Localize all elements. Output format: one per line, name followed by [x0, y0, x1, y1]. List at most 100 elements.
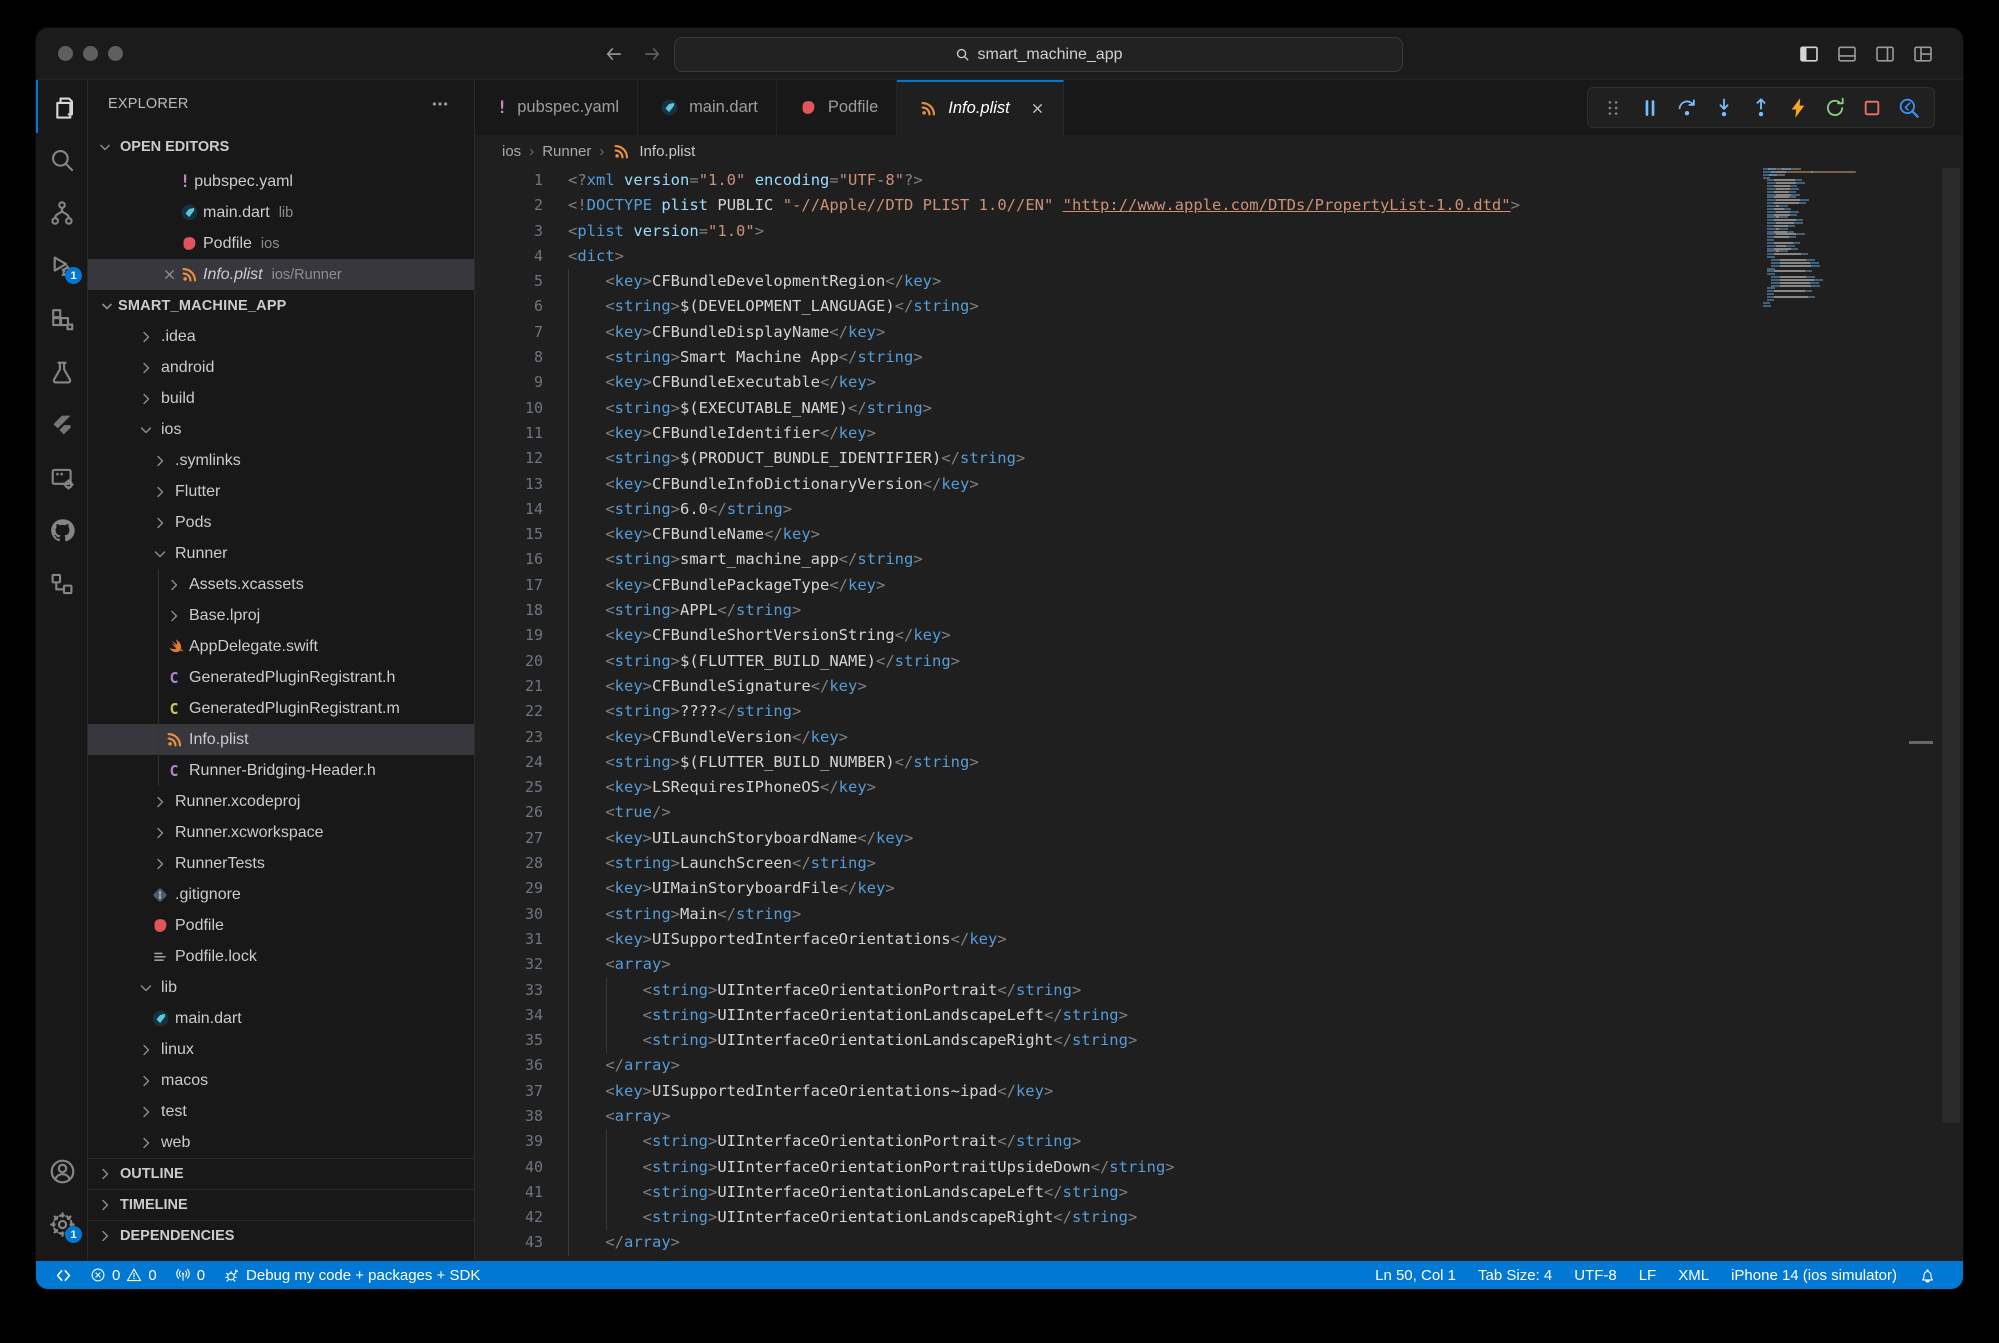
close-icon[interactable]	[162, 267, 177, 282]
ellipsis-icon[interactable]	[431, 95, 449, 113]
activity-item-extensions[interactable]	[36, 292, 88, 345]
tree-item-appdelegate-swift[interactable]: AppDelegate.swift	[88, 631, 474, 662]
back-arrow-icon[interactable]	[604, 44, 624, 64]
code-line[interactable]: 13 <key>CFBundleInfoDictionaryVersion</k…	[475, 472, 1963, 497]
code-line[interactable]: 22 <string>????</string>	[475, 699, 1963, 724]
code-line[interactable]: 20 <string>$(FLUTTER_BUILD_NAME)</string…	[475, 649, 1963, 674]
code-line[interactable]: 25 <key>LSRequiresIPhoneOS</key>	[475, 775, 1963, 800]
tree-item-pods[interactable]: Pods	[88, 507, 474, 538]
open-editors-header[interactable]: OPEN EDITORS	[88, 128, 474, 166]
activity-item-search[interactable]	[36, 133, 88, 186]
tree-item-podfile-lock[interactable]: Podfile.lock	[88, 941, 474, 972]
code-line[interactable]: 38 <array>	[475, 1104, 1963, 1129]
open-editor-item[interactable]: Podfileios	[88, 228, 474, 259]
code-line[interactable]: 27 <key>UILaunchStoryboardName</key>	[475, 826, 1963, 851]
tab-podfile[interactable]: Podfile	[777, 80, 897, 135]
minimap[interactable]	[1763, 168, 1863, 307]
tree-item-web[interactable]: web	[88, 1127, 474, 1158]
code-line[interactable]: 36 </array>	[475, 1053, 1963, 1078]
code-line[interactable]: 8 <string>Smart Machine App</string>	[475, 345, 1963, 370]
tree-item-runner[interactable]: Runner	[88, 538, 474, 569]
code-line[interactable]: 12 <string>$(PRODUCT_BUNDLE_IDENTIFIER)<…	[475, 446, 1963, 471]
restart-button[interactable]	[1820, 93, 1850, 123]
close-icon[interactable]	[1030, 101, 1045, 116]
minimize-window-button[interactable]	[83, 46, 98, 61]
tab-main-dart[interactable]: main.dart	[638, 80, 777, 135]
project-root-row[interactable]: SMART_MACHINE_APP	[88, 290, 474, 321]
tree-item--idea[interactable]: .idea	[88, 321, 474, 352]
code-line[interactable]: 16 <string>smart_machine_app</string>	[475, 547, 1963, 572]
code-line[interactable]: 26 <true/>	[475, 800, 1963, 825]
step-out-button[interactable]	[1746, 93, 1776, 123]
open-editor-item[interactable]: Info.plistios/Runner	[88, 259, 474, 290]
code-line[interactable]: 3<plist version="1.0">	[475, 219, 1963, 244]
tree-item-runner-bridging-header-h[interactable]: CRunner-Bridging-Header.h	[88, 755, 474, 786]
hot-reload-button[interactable]	[1783, 93, 1813, 123]
code-line[interactable]: 14 <string>6.0</string>	[475, 497, 1963, 522]
tree-item-build[interactable]: build	[88, 383, 474, 414]
tree-item-podfile[interactable]: Podfile	[88, 910, 474, 941]
status-device-selector[interactable]: iPhone 14 (ios simulator)	[1720, 1261, 1908, 1289]
tree-item-test[interactable]: test	[88, 1096, 474, 1127]
step-over-button[interactable]	[1672, 93, 1702, 123]
panel-right-icon[interactable]	[1875, 44, 1895, 64]
code-editor[interactable]: 1<?xml version="1.0" encoding="UTF-8"?> 2…	[475, 168, 1963, 1261]
code-line[interactable]: 33 <string>UIInterfaceOrientationPortrai…	[475, 978, 1963, 1003]
stop-button[interactable]	[1857, 93, 1887, 123]
code-line[interactable]: 42 <string>UIInterfaceOrientationLandsca…	[475, 1205, 1963, 1230]
activity-item-project-manager[interactable]	[36, 451, 88, 504]
forward-arrow-icon[interactable]	[642, 44, 662, 64]
sidebar-section-timeline[interactable]: TIMELINE	[88, 1189, 474, 1220]
code-line[interactable]: 40 <string>UIInterfaceOrientationPortrai…	[475, 1155, 1963, 1180]
code-line[interactable]: 15 <key>CFBundleName</key>	[475, 522, 1963, 547]
breadcrumb-item[interactable]: ios	[502, 143, 521, 160]
tree-item-info-plist[interactable]: Info.plist	[88, 724, 474, 755]
activity-item-flutter[interactable]	[36, 398, 88, 451]
tree-item-runner-xcworkspace[interactable]: Runner.xcworkspace	[88, 817, 474, 848]
code-line[interactable]: 31 <key>UISupportedInterfaceOrientations…	[475, 927, 1963, 952]
tree-item-base-lproj[interactable]: Base.lproj	[88, 600, 474, 631]
close-icon[interactable]	[1030, 101, 1045, 116]
code-line[interactable]: 7 <key>CFBundleDisplayName</key>	[475, 320, 1963, 345]
status-ports[interactable]: 0	[166, 1261, 214, 1289]
code-line[interactable]: 35 <string>UIInterfaceOrientationLandsca…	[475, 1028, 1963, 1053]
activity-item-testing[interactable]	[36, 345, 88, 398]
status-problems[interactable]: 00	[81, 1261, 166, 1289]
tree-item-main-dart[interactable]: main.dart	[88, 1003, 474, 1034]
status-notifications[interactable]	[1908, 1261, 1947, 1289]
vertical-scrollbar[interactable]	[1942, 168, 1960, 1123]
tree-item-ios[interactable]: ios	[88, 414, 474, 445]
activity-item-explorer[interactable]	[36, 80, 88, 133]
code-line[interactable]: 41 <string>UIInterfaceOrientationLandsca…	[475, 1180, 1963, 1205]
status-launch-config[interactable]: Debug my code + packages + SDK	[214, 1261, 489, 1289]
layout-grid-icon[interactable]	[1913, 44, 1933, 64]
status-cursor-position[interactable]: Ln 50, Col 1	[1364, 1261, 1467, 1289]
status-language-mode[interactable]: XML	[1667, 1261, 1720, 1289]
tree-item-macos[interactable]: macos	[88, 1065, 474, 1096]
sidebar-section-dependencies[interactable]: DEPENDENCIES	[88, 1220, 474, 1251]
tree-item-android[interactable]: android	[88, 352, 474, 383]
tree-item-linux[interactable]: linux	[88, 1034, 474, 1065]
status-remote-indicator[interactable]	[46, 1261, 81, 1289]
breadcrumb-item[interactable]: Runner	[542, 143, 591, 160]
code-line[interactable]: 30 <string>Main</string>	[475, 902, 1963, 927]
zoom-window-button[interactable]	[108, 46, 123, 61]
code-line[interactable]: 23 <key>CFBundleVersion</key>	[475, 725, 1963, 750]
activity-item-source-control[interactable]	[36, 186, 88, 239]
open-editor-item[interactable]: main.dartlib	[88, 197, 474, 228]
activity-item-accounts[interactable]	[36, 1145, 88, 1198]
tree-item-generatedpluginregistrant-m[interactable]: CGeneratedPluginRegistrant.m	[88, 693, 474, 724]
tab-info-plist[interactable]: Info.plist	[897, 80, 1063, 135]
tree-item--symlinks[interactable]: .symlinks	[88, 445, 474, 476]
tab-pubspec-yaml[interactable]: !pubspec.yaml	[475, 80, 638, 135]
code-line[interactable]: 37 <key>UISupportedInterfaceOrientations…	[475, 1079, 1963, 1104]
activity-item-run-and-debug[interactable]: 1	[36, 239, 88, 292]
code-line[interactable]: 5 <key>CFBundleDevelopmentRegion</key>	[475, 269, 1963, 294]
code-line[interactable]: 6 <string>$(DEVELOPMENT_LANGUAGE)</strin…	[475, 294, 1963, 319]
code-line[interactable]: 32 <array>	[475, 952, 1963, 977]
code-line[interactable]: 10 <string>$(EXECUTABLE_NAME)</string>	[475, 396, 1963, 421]
command-center-search[interactable]: smart_machine_app	[674, 37, 1403, 72]
code-line[interactable]: 17 <key>CFBundlePackageType</key>	[475, 573, 1963, 598]
code-line[interactable]: 1<?xml version="1.0" encoding="UTF-8"?>	[475, 168, 1963, 193]
code-line[interactable]: 21 <key>CFBundleSignature</key>	[475, 674, 1963, 699]
